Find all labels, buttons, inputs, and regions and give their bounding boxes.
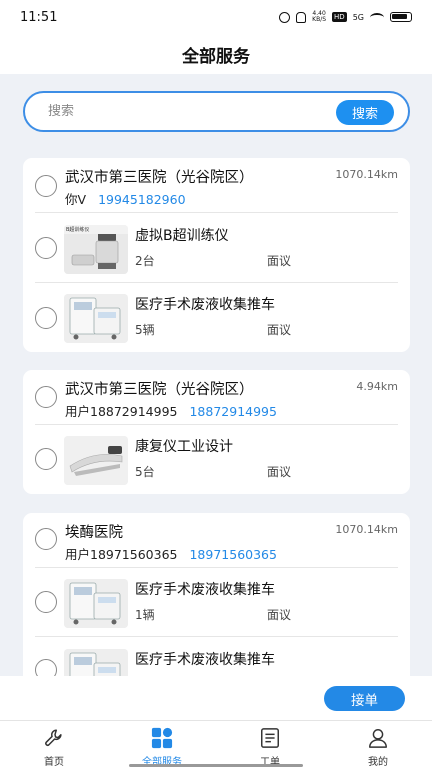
phone-link[interactable]: 18872914995: [189, 404, 276, 419]
order-select-radio[interactable]: [35, 386, 57, 408]
list-item[interactable]: 医疗手术废液收集推车 5辆 面议: [23, 284, 410, 350]
product-price: 面议: [267, 254, 292, 268]
header: 全部服务: [0, 34, 432, 74]
product-name: 医疗手术废液收集推车: [135, 652, 275, 668]
divider: [35, 282, 398, 283]
wrench-icon: [45, 729, 62, 746]
list-item[interactable]: B超训练仪 虚拟B超训练仪 2台 面议: [23, 215, 410, 281]
order-card[interactable]: 武汉市第三医院（光谷院区） 1070.14km 你V 19945182960 B超…: [23, 158, 410, 352]
list-item[interactable]: 医疗手术废液收集推车 1辆 面议: [23, 569, 410, 635]
divider: [35, 567, 398, 568]
product-quantity: 1辆: [135, 608, 155, 622]
tab-home[interactable]: 首页: [0, 721, 108, 768]
status-time: 11:51: [20, 9, 58, 25]
product-thumbnail: [64, 294, 128, 343]
order-header: 武汉市第三医院（光谷院区） 4.94km 用户18872914995 188729…: [23, 370, 410, 424]
hospital-name: 武汉市第三医院（光谷院区）: [65, 170, 254, 186]
contact-info: 用户18971560365 18971560365: [65, 544, 277, 563]
mute-icon: [296, 11, 307, 23]
product-thumbnail: [64, 436, 128, 485]
alarm-icon: [279, 11, 291, 23]
product-quantity: 5辆: [135, 323, 155, 337]
document-icon: [261, 728, 279, 748]
waste-cart-icon: [64, 294, 128, 343]
distance: 1070.14km: [335, 523, 398, 536]
contact-name: 用户18872914995: [65, 404, 178, 419]
tab-label: 首页: [44, 757, 64, 768]
item-select-radio[interactable]: [35, 591, 57, 613]
tab-profile[interactable]: 我的: [324, 721, 432, 768]
divider: [35, 212, 398, 213]
product-name: 医疗手术废液收集推车: [135, 582, 275, 598]
waste-cart-icon: [64, 579, 128, 628]
list-item[interactable]: 康复仪工业设计 5台 面议: [23, 426, 410, 492]
network-speed: 4.40 KB/S: [312, 11, 326, 23]
user-icon: [369, 729, 387, 748]
contact-info: 用户18872914995 18872914995: [65, 401, 277, 420]
divider: [35, 424, 398, 425]
divider: [35, 636, 398, 637]
contact-info: 你V 19945182960: [65, 189, 186, 208]
order-select-radio[interactable]: [35, 175, 57, 197]
product-name: 虚拟B超训练仪: [135, 228, 229, 244]
wifi-icon: [370, 12, 384, 22]
signal-5g-icon: 5G: [352, 12, 364, 22]
page-title: 全部服务: [182, 46, 250, 67]
product-name: 康复仪工业设计: [135, 439, 233, 455]
hospital-name: 埃酶医院: [65, 525, 123, 541]
thumb-caption: B超训练仪: [66, 227, 90, 233]
order-header: 埃酶医院 1070.14km 用户18971560365 18971560365: [23, 513, 410, 567]
product-quantity: 5台: [135, 465, 155, 479]
order-card[interactable]: 武汉市第三医院（光谷院区） 4.94km 用户18872914995 188729…: [23, 370, 410, 494]
item-select-radio[interactable]: [35, 448, 57, 470]
product-thumbnail: [64, 579, 128, 628]
product-thumbnail: B超训练仪: [64, 225, 128, 274]
phone-link[interactable]: 18971560365: [189, 547, 276, 562]
distance: 4.94km: [356, 380, 398, 393]
product-price: 面议: [267, 608, 292, 622]
hd-icon: HD: [332, 12, 347, 22]
bottom-tab-bar: 首页 全部服务 工单 我的: [0, 720, 432, 768]
hospital-name: 武汉市第三医院（光谷院区）: [65, 382, 254, 398]
product-quantity: 2台: [135, 254, 155, 268]
tab-work-orders[interactable]: 工单: [216, 721, 324, 768]
order-header: 武汉市第三医院（光谷院区） 1070.14km 你V 19945182960: [23, 158, 410, 212]
speed-unit: KB/S: [312, 16, 327, 23]
contact-name: 用户18971560365: [65, 547, 178, 562]
grid-icon: [151, 727, 173, 749]
status-bar: 11:51 4.40 KB/S HD 5G: [0, 0, 432, 34]
contact-name: 你V: [65, 192, 87, 207]
product-price: 面议: [267, 323, 292, 337]
tab-all-services[interactable]: 全部服务: [108, 721, 216, 768]
phone-link[interactable]: 19945182960: [98, 192, 185, 207]
search-box: 搜索: [23, 91, 410, 132]
tab-label: 我的: [368, 757, 388, 768]
rehab-device-icon: [64, 436, 128, 485]
status-icons: 4.40 KB/S HD 5G: [279, 11, 412, 23]
item-select-radio[interactable]: [35, 237, 57, 259]
home-indicator: [129, 764, 303, 767]
product-name: 医疗手术废液收集推车: [135, 297, 275, 313]
battery-icon: [390, 12, 412, 22]
accept-order-button[interactable]: 接单: [324, 686, 405, 711]
order-select-radio[interactable]: [35, 528, 57, 550]
search-button[interactable]: 搜索: [336, 100, 394, 125]
item-select-radio[interactable]: [35, 307, 57, 329]
distance: 1070.14km: [335, 168, 398, 181]
product-price: 面议: [267, 465, 292, 479]
